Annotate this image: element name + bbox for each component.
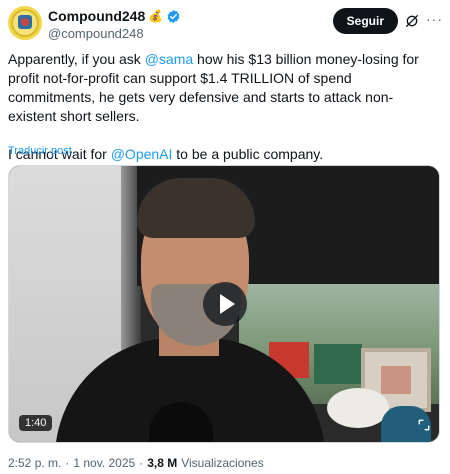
video-player[interactable]: 1:40 [8,165,440,443]
post-date[interactable]: 1 nov. 2025 [73,456,135,470]
expand-icon[interactable] [417,418,431,432]
post-metadata: 2:52 p. m. · 1 nov. 2025 · 3,8 M Visuali… [8,456,264,470]
video-scene-flowers [327,388,389,428]
more-options-icon[interactable]: ··· [426,12,442,28]
tweet-text: Apparently, if you ask @sama how his $13… [8,50,440,164]
video-scene-book [314,344,362,384]
mention-openai[interactable]: @OpenAI [111,146,173,162]
verified-badge-icon[interactable] [166,9,181,24]
display-name[interactable]: Compound248 [48,8,145,24]
avatar-figure-detail [21,18,29,26]
tweet-paragraph-2: I cannot wait for @OpenAI to be a public… [8,145,440,164]
post-header: Compound248 💰 @compound248 Seguir ··· [8,6,442,42]
grok-icon[interactable] [404,13,420,29]
follow-button[interactable]: Seguir [332,8,398,34]
meta-separator: · [139,456,144,470]
video-duration-badge: 1:40 [19,415,53,431]
play-button[interactable] [203,282,247,326]
views-count: 3,8 M [147,456,178,470]
views-label: Visualizaciones [181,456,264,470]
name-row: Compound248 💰 [48,8,181,24]
money-bag-icon: 💰 [148,9,164,23]
tweet-text-segment: Apparently, if you ask [8,51,145,67]
handle[interactable]: @compound248 [48,26,144,41]
mention-sama[interactable]: @sama [145,51,193,67]
post-time[interactable]: 2:52 p. m. [8,456,61,470]
video-scene-person-hair [137,178,255,238]
tweet-paragraph-1: Apparently, if you ask @sama how his $13… [8,50,440,126]
translate-post-link[interactable]: Traducir post [8,145,72,157]
play-icon [220,294,235,314]
meta-separator: · [65,456,70,470]
video-scene-photo [381,366,411,394]
tweet-text-segment: to be a public company. [172,146,324,162]
avatar[interactable] [8,6,42,40]
